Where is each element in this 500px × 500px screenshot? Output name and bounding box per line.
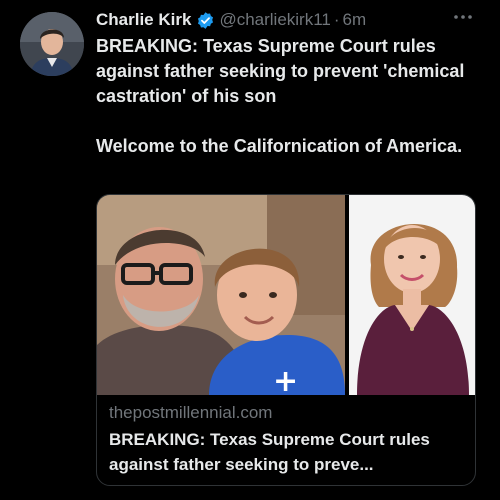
link-card-image-father-son: + [97,195,345,395]
link-card[interactable]: + thepostmillennial.com BREAKING: Texas … [96,194,476,486]
more-options-button[interactable] [452,10,474,24]
tweet-text-paragraph: Welcome to the Californication of Americ… [96,136,463,156]
tweet-text-paragraph: BREAKING: Texas Supreme Court rules agai… [96,36,465,106]
author-display-name[interactable]: Charlie Kirk [96,10,191,30]
tweet-header: Charlie Kirk @charliekirk11 · 6m [96,8,476,32]
author-handle[interactable]: @charliekirk11 [219,10,330,30]
header-separator: · [333,10,340,29]
avatar-photo-icon [20,12,84,76]
link-card-domain[interactable]: thepostmillennial.com [109,403,272,423]
link-card-title[interactable]: BREAKING: Texas Supreme Court rules agai… [109,427,463,477]
link-card-images[interactable]: + [97,195,475,395]
more-dots-icon [454,15,472,19]
tweet-text: BREAKING: Texas Supreme Court rules agai… [96,34,486,159]
tweet[interactable]: Charlie Kirk @charliekirk11 · 6m BREAKIN… [0,0,500,500]
verified-badge-icon [196,11,215,30]
tweet-timestamp[interactable]: 6m [343,10,367,30]
author-avatar[interactable] [20,12,84,76]
svg-text:+: + [273,364,298,395]
link-card-image-woman [349,195,475,395]
